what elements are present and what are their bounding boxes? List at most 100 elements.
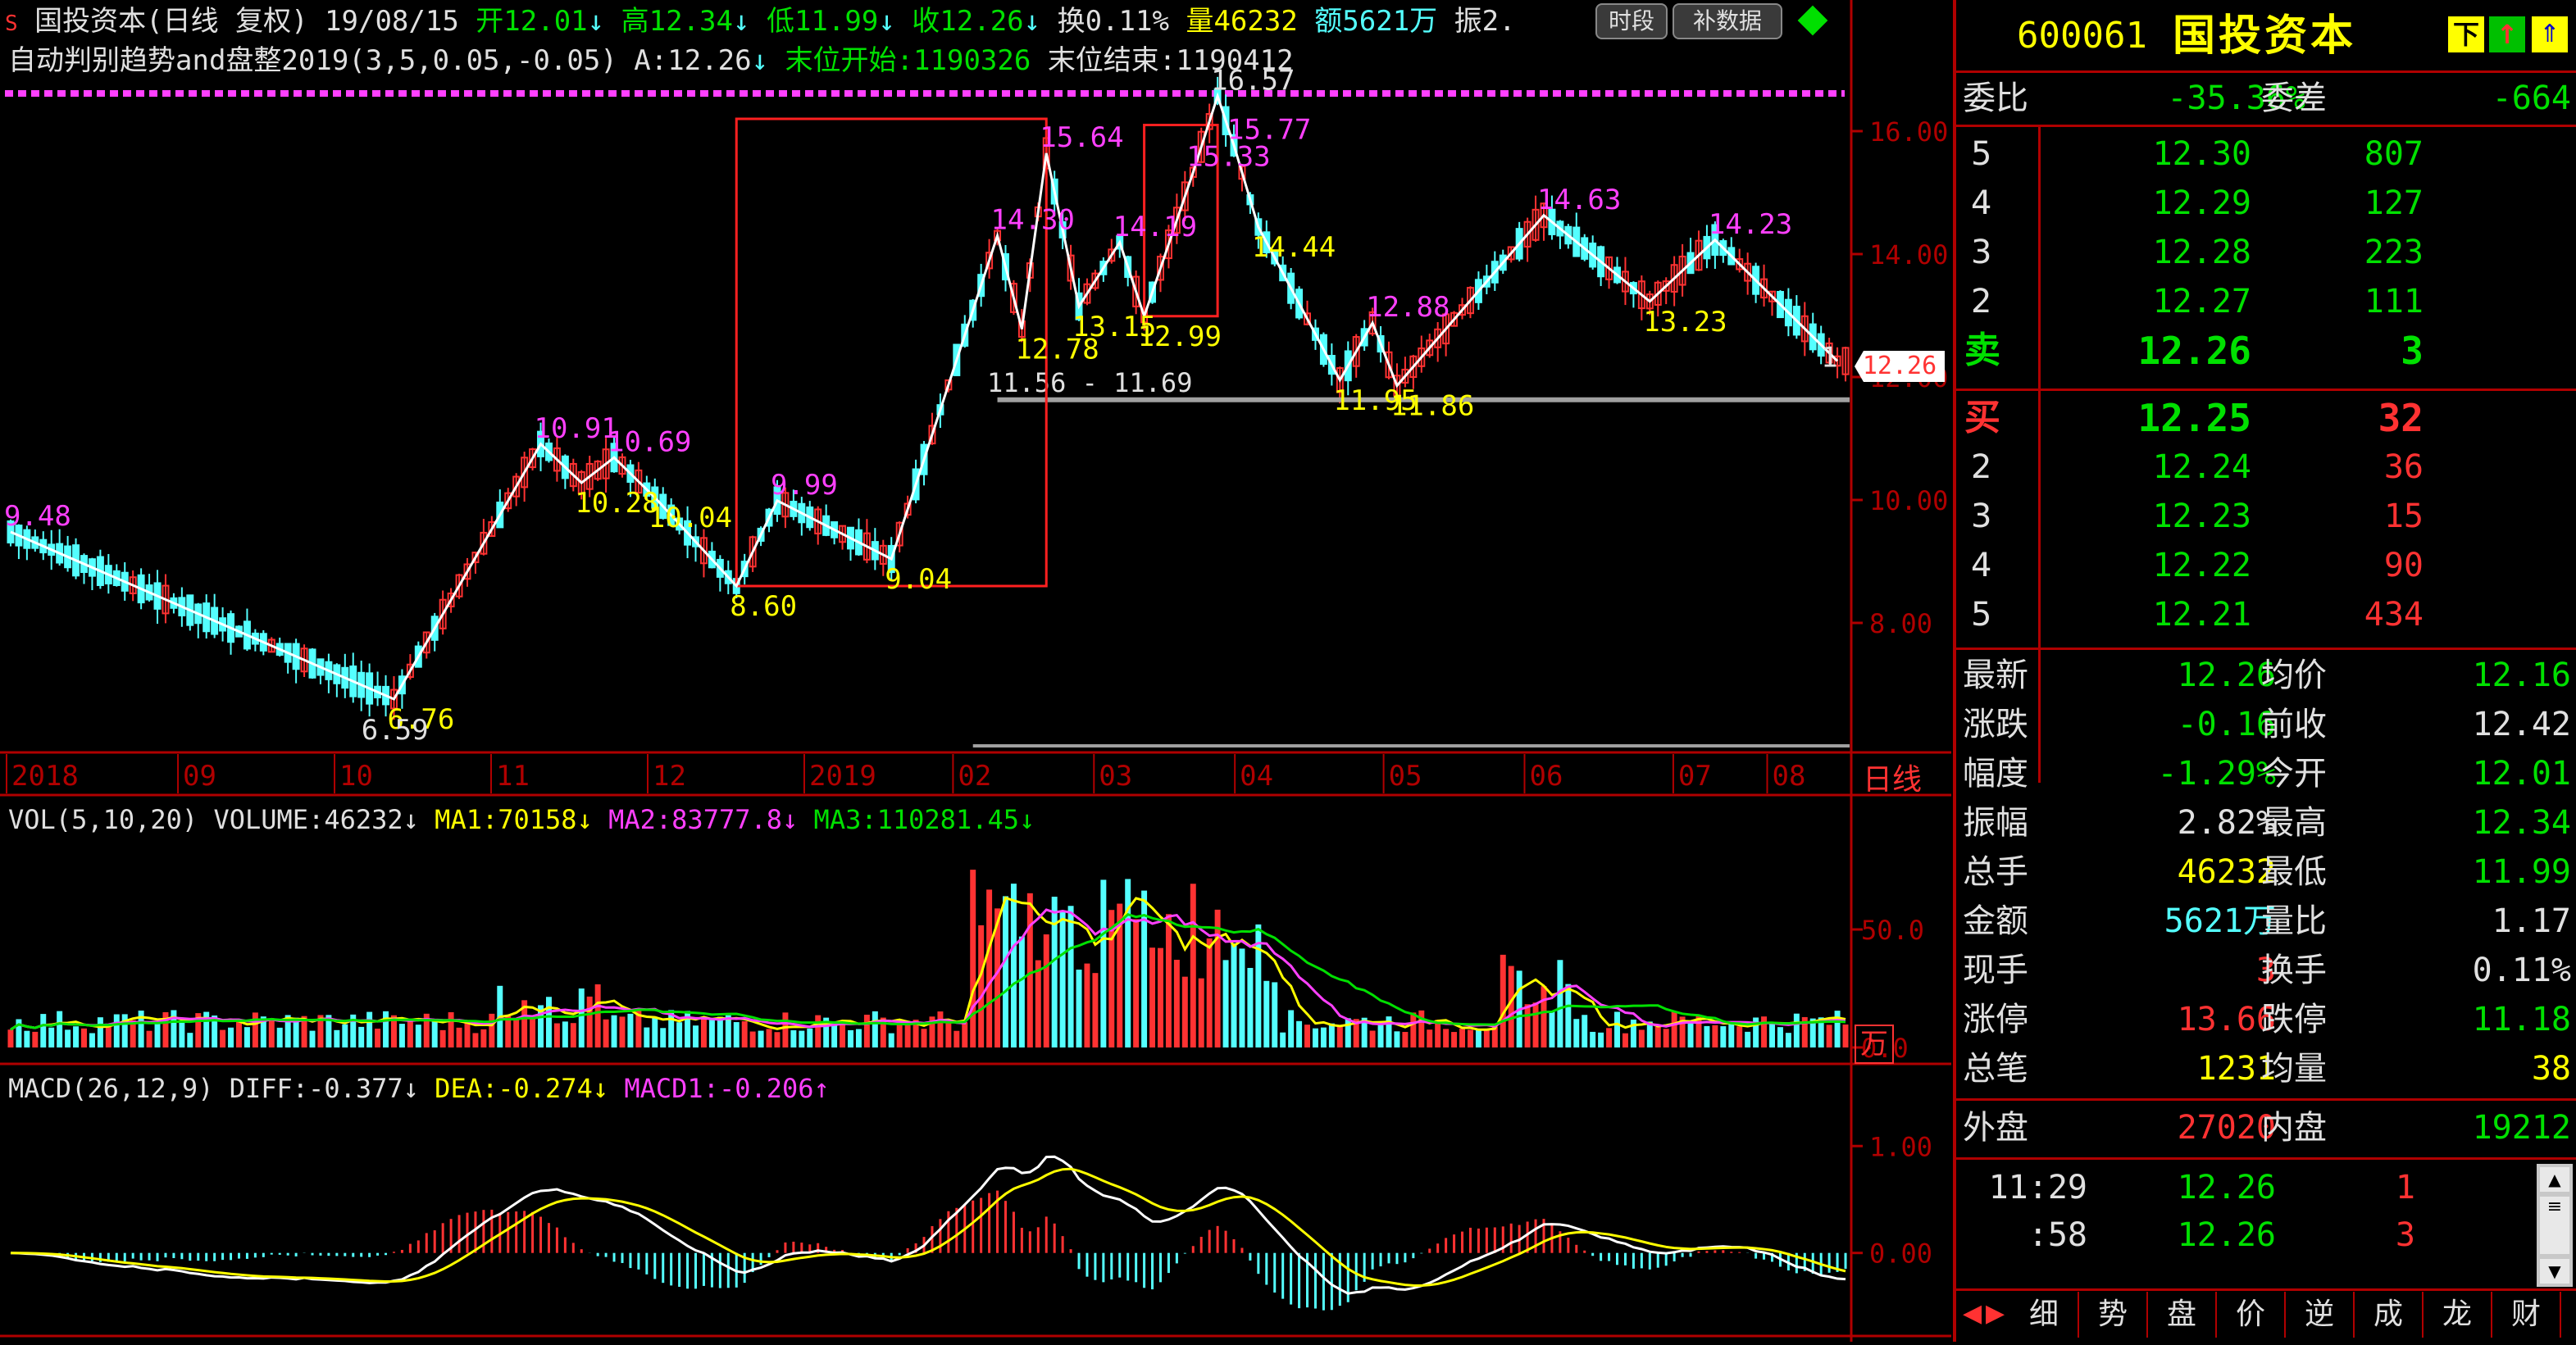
volume-bar: [179, 1022, 185, 1047]
sell-level-volume: 223: [2364, 234, 2424, 271]
tab-7[interactable]: 龙: [2424, 1292, 2492, 1338]
pivot-label: 10.04: [649, 502, 732, 534]
date-tick-label: 07: [1678, 760, 1712, 793]
stat-value: 13.66: [2177, 1001, 2276, 1038]
volume-bar: [570, 1023, 576, 1047]
ma3-value: 110281.45: [876, 804, 1019, 835]
volume-bar: [530, 1016, 536, 1047]
indicator-name: 自动判别趋势and盘整2019(3,5,0.05,-0.05): [8, 44, 617, 77]
chart-svg[interactable]: 16.0014.0012.0010.008.002018091011122019…: [0, 0, 1951, 1342]
sell-level-label: 2: [1971, 283, 1992, 320]
period-label[interactable]: 日线: [1863, 756, 1922, 798]
inner-value: 19212: [2472, 1109, 2571, 1147]
sell-level-price: 12.26: [2137, 329, 2251, 373]
sell-level-price: 12.27: [2152, 283, 2251, 320]
chart-area[interactable]: 16.0014.0012.0010.008.002018091011122019…: [0, 0, 1951, 1342]
scroll-up-icon[interactable]: ▲: [2540, 1167, 2569, 1192]
stat-value: 11.18: [2472, 1001, 2571, 1038]
timeseg-button[interactable]: 时段: [1595, 3, 1668, 39]
header-line-2: 自动判别趋势and盘整2019(3,5,0.05,-0.05) A:12.26↓…: [8, 44, 1294, 77]
date-tick-label: 12: [653, 760, 686, 793]
volume-bar: [1565, 984, 1572, 1047]
sell-level-volume: 3: [2401, 329, 2424, 373]
volume-bar: [1451, 1032, 1458, 1047]
stat-value: 2.82%: [2177, 804, 2276, 842]
macd-title: MACD(26,12,9): [8, 1073, 214, 1104]
volume-bar: [1638, 1029, 1645, 1047]
volume-bar: [1785, 1033, 1791, 1047]
volume-bar: [872, 1011, 878, 1047]
date-tick-label: 02: [958, 760, 991, 793]
volume-bar: [464, 1021, 471, 1047]
volume-bar: [1663, 1029, 1669, 1047]
tab-4[interactable]: 价: [2217, 1292, 2286, 1338]
header-volume: 量46232: [1186, 5, 1298, 38]
sell-level-row: 5 12.30 807: [1956, 130, 2576, 179]
tab-2[interactable]: 势: [2079, 1292, 2148, 1338]
volume-bar: [97, 1017, 103, 1047]
down-flag-icon[interactable]: 下: [2448, 16, 2484, 52]
volume-bar: [1590, 1031, 1596, 1047]
ma1-name: MA1: [435, 804, 482, 835]
date-tick-label: 04: [1240, 760, 1273, 793]
header-marker[interactable]: S: [5, 11, 18, 36]
tab-3[interactable]: 盘: [2148, 1292, 2217, 1338]
volume-bar: [962, 1022, 968, 1047]
tab-6[interactable]: 成: [2355, 1292, 2424, 1338]
stat-value: 12.26: [2177, 657, 2276, 694]
volume-bar: [40, 1014, 47, 1047]
volume-bar: [1369, 1030, 1376, 1047]
tab-8[interactable]: 财: [2492, 1292, 2561, 1338]
volume-bar: [1418, 1010, 1425, 1047]
scroll-down-icon[interactable]: ▼: [2540, 1259, 2569, 1284]
arrow-icon[interactable]: ⇑: [2532, 16, 2568, 52]
sell-level-row: 卖 12.26 3: [1956, 326, 2576, 375]
volume-bar: [1059, 911, 1066, 1047]
volume-bar: [1377, 1025, 1384, 1047]
volume-bar: [1793, 1013, 1800, 1047]
stat-row: 金额 5621万 量比 1.17: [1956, 897, 2576, 946]
volume-bar: [586, 996, 593, 1047]
stat-label: 最新: [1963, 657, 2028, 694]
volume-bar: [505, 1016, 512, 1047]
sell-level-row: 3 12.28 223: [1956, 228, 2576, 277]
volume-bar: [121, 1014, 128, 1047]
volume-bar: [171, 1010, 177, 1047]
volume-bar: [1475, 1029, 1481, 1047]
volume-bar: [73, 1026, 80, 1047]
sell-level-price: 12.29: [2152, 184, 2251, 222]
scrollbar[interactable]: ▲ ≡ ▼: [2537, 1164, 2573, 1287]
trend-icon[interactable]: ↑: [2489, 16, 2525, 52]
ma2-value: 83777.8: [671, 804, 783, 835]
diff-line: [10, 1155, 1846, 1295]
tab-5[interactable]: 逆: [2286, 1292, 2355, 1338]
volume-bar: [65, 1029, 71, 1047]
macd-tick-label: 0.00: [1869, 1238, 1932, 1270]
volume-bar: [652, 1018, 658, 1047]
volume-bar: [1125, 879, 1131, 1047]
buy-level-label: 2: [1971, 448, 1992, 486]
scroll-thumb[interactable]: ≡: [2540, 1197, 2569, 1254]
volume-bar: [1092, 973, 1099, 1047]
volume-bar: [48, 1027, 55, 1047]
volume-bar: [1549, 1011, 1555, 1047]
volume-bar: [978, 925, 985, 1047]
volume-bar: [1483, 1029, 1490, 1047]
volume-bar: [268, 1018, 275, 1047]
tab-next-icon[interactable]: ▶: [1986, 1299, 2007, 1329]
stat-row: 总手 46232 最低 11.99: [1956, 847, 2576, 897]
volume-bar: [1222, 960, 1229, 1047]
stat-label: 最高: [2261, 804, 2327, 842]
volume-bar: [1320, 1027, 1327, 1047]
volume-bar: [1304, 1025, 1311, 1047]
volume-bar: [89, 1033, 95, 1047]
stat-label: 量比: [2261, 902, 2327, 940]
volume-bar: [448, 1011, 454, 1047]
date-tick-label: 11: [496, 760, 530, 793]
tab-1[interactable]: 细: [2010, 1292, 2079, 1338]
tab-prev-icon[interactable]: ◀: [1963, 1299, 1984, 1329]
fill-data-button[interactable]: 补数据: [1673, 3, 1782, 39]
volume-bar: [334, 1029, 340, 1047]
buy-level-price: 12.23: [2152, 498, 2251, 535]
volume-bar: [578, 988, 585, 1047]
